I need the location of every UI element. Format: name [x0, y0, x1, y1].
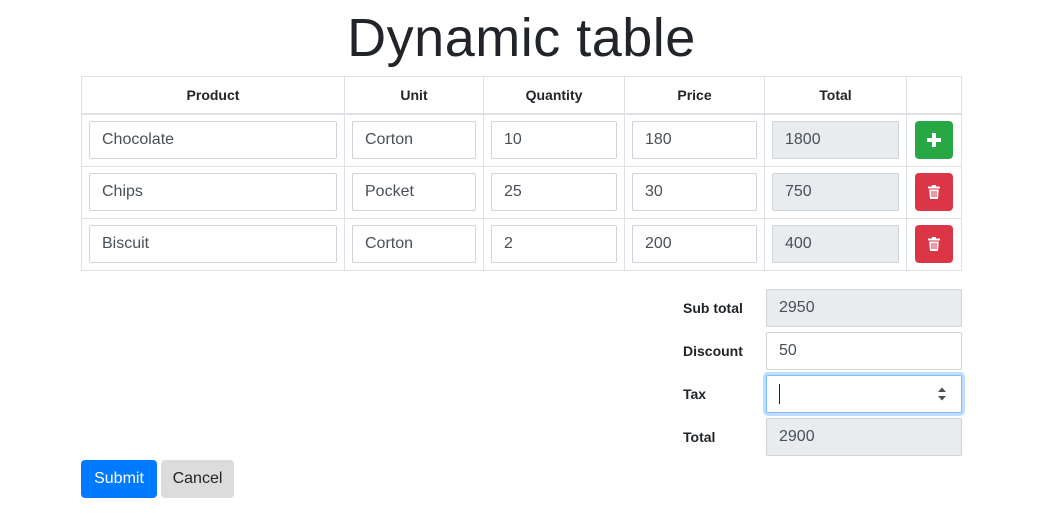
cell-quantity: 10: [483, 113, 625, 167]
cell-unit: Corton: [344, 113, 484, 167]
subtotal-field: 2950: [766, 289, 962, 327]
row-total-field: 1800: [772, 121, 899, 160]
tax-label: Tax: [683, 386, 707, 402]
add-row-button[interactable]: [915, 121, 953, 160]
row-total-field: 750: [772, 173, 899, 211]
table-row: Chocolate Corton 10 180 1800: [81, 113, 962, 167]
price-input[interactable]: 200: [632, 225, 757, 263]
quantity-input[interactable]: 10: [491, 121, 617, 160]
cell-price: 180: [624, 113, 765, 167]
cell-price: 30: [624, 165, 765, 219]
product-table: Product Unit Quantity Price Total Chocol…: [81, 76, 962, 271]
cell-unit: Pocket: [344, 165, 484, 219]
product-input[interactable]: Biscuit: [89, 225, 337, 263]
unit-input[interactable]: Pocket: [352, 173, 476, 211]
tax-row: Tax: [665, 375, 962, 413]
cell-action: [906, 165, 962, 219]
total-row: Total 2900: [665, 418, 962, 456]
cell-action: [906, 217, 962, 271]
cell-total: 750: [764, 165, 907, 219]
delete-row-button[interactable]: [915, 173, 953, 211]
plus-icon: [927, 133, 941, 148]
subtotal-label: Sub total: [683, 300, 743, 316]
cell-total: 1800: [764, 113, 907, 167]
product-input[interactable]: Chips: [89, 173, 337, 211]
text-caret: [779, 384, 780, 404]
delete-row-button[interactable]: [915, 225, 953, 263]
discount-input[interactable]: 50: [766, 332, 962, 370]
cell-unit: Corton: [344, 217, 484, 271]
header-action: [906, 76, 962, 115]
table-row: Chips Pocket 25 30 750: [81, 165, 962, 219]
quantity-input[interactable]: 25: [491, 173, 617, 211]
header-price: Price: [624, 76, 765, 115]
cell-price: 200: [624, 217, 765, 271]
header-unit: Unit: [344, 76, 484, 115]
trash-icon: [928, 185, 940, 199]
cell-product: Biscuit: [81, 217, 345, 271]
discount-row: Discount 50: [665, 332, 962, 370]
header-quantity: Quantity: [483, 76, 625, 115]
page-title: Dynamic table: [347, 8, 696, 68]
cell-product: Chips: [81, 165, 345, 219]
trash-icon: [928, 237, 940, 251]
cell-total: 400: [764, 217, 907, 271]
product-input[interactable]: Chocolate: [89, 121, 337, 160]
subtotal-row: Sub total 2950: [665, 289, 962, 327]
cancel-button[interactable]: Cancel: [161, 460, 234, 498]
price-input[interactable]: 180: [632, 121, 757, 160]
table-row: Biscuit Corton 2 200 400: [81, 217, 962, 271]
header-total: Total: [764, 76, 907, 115]
unit-input[interactable]: Corton: [352, 121, 476, 160]
total-label: Total: [683, 429, 716, 445]
number-spinner-icon[interactable]: [937, 386, 947, 402]
table-header-row: Product Unit Quantity Price Total: [81, 76, 962, 115]
page: Dynamic table Product Unit Quantity Pric…: [0, 0, 1037, 518]
price-input[interactable]: 30: [632, 173, 757, 211]
header-product: Product: [81, 76, 345, 115]
submit-button[interactable]: Submit: [81, 460, 157, 498]
row-total-field: 400: [772, 225, 899, 263]
summary-panel: Sub total 2950 Discount 50 Tax Total 290…: [665, 289, 962, 461]
cell-product: Chocolate: [81, 113, 345, 167]
cell-quantity: 2: [483, 217, 625, 271]
tax-input[interactable]: [766, 375, 962, 413]
cell-quantity: 25: [483, 165, 625, 219]
quantity-input[interactable]: 2: [491, 225, 617, 263]
cell-action: [906, 113, 962, 167]
unit-input[interactable]: Corton: [352, 225, 476, 263]
grand-total-field: 2900: [766, 418, 962, 456]
discount-label: Discount: [683, 343, 743, 359]
